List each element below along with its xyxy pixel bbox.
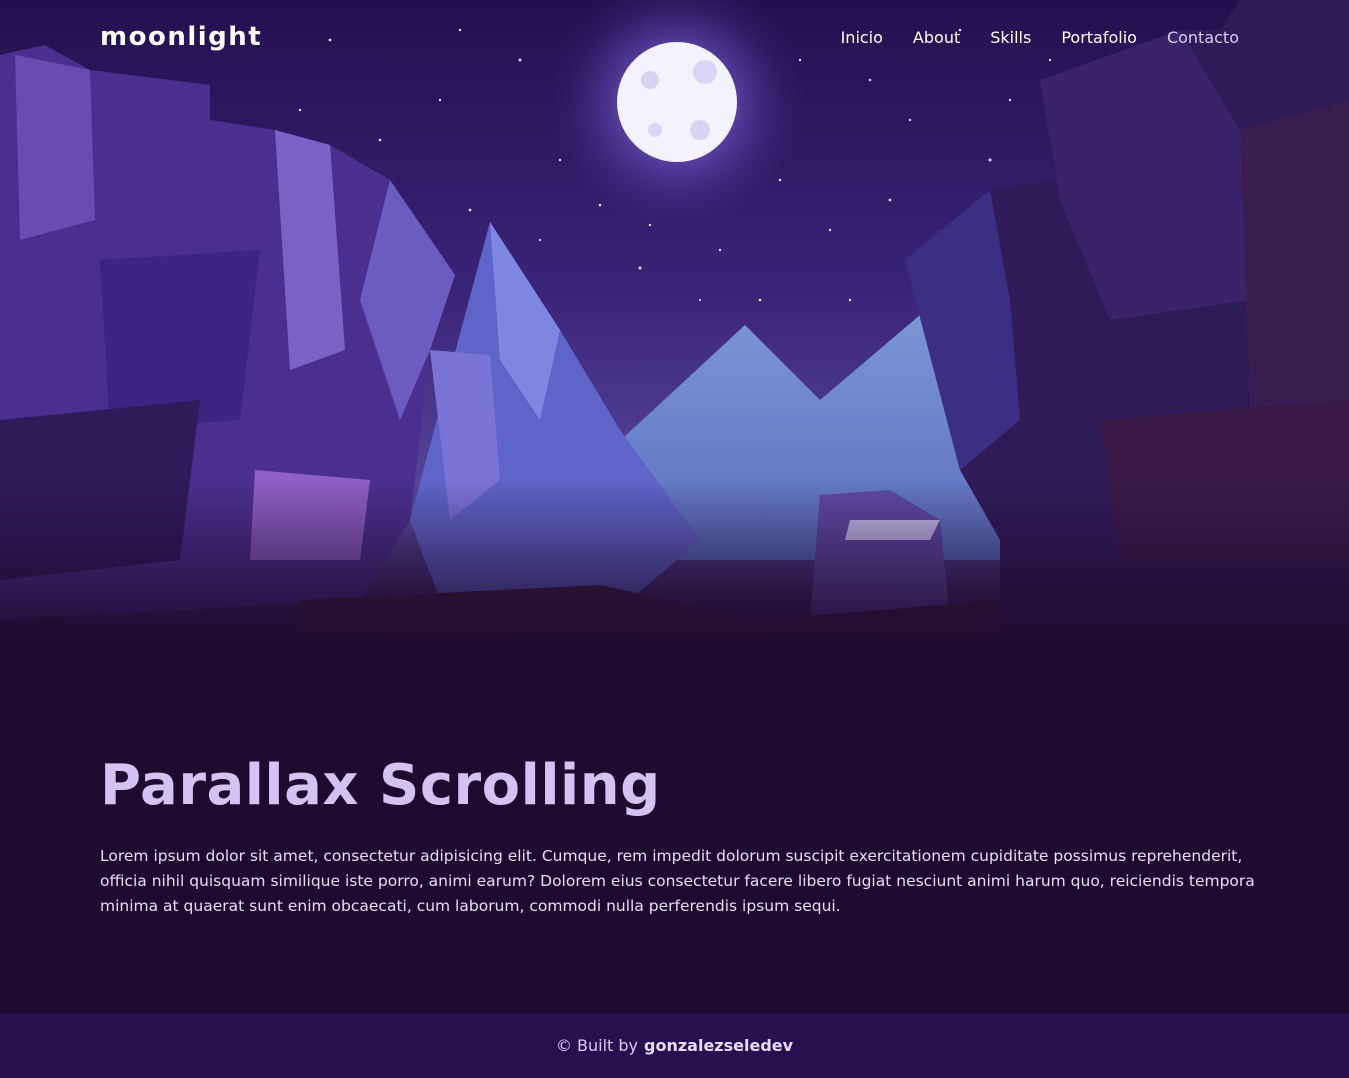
nav-link-contacto[interactable]: Contacto (1167, 28, 1239, 47)
intro-paragraph: Lorem ipsum dolor sit amet, consectetur … (100, 847, 1255, 915)
nav-link-about[interactable]: About (913, 28, 960, 47)
site-header: moonlight Inicio About Skills Portafolio… (0, 0, 1349, 80)
hero-illustration (0, 0, 1349, 650)
nav-link-skills[interactable]: Skills (990, 28, 1031, 47)
nav-link-inicio[interactable]: Inicio (841, 28, 883, 47)
footer-credit-prefix: © Built by (555, 1036, 639, 1055)
nav-link-portafolio[interactable]: Portafolio (1061, 28, 1137, 47)
main-nav: Inicio About Skills Portafolio Contacto (841, 28, 1239, 47)
site-logo[interactable]: moonlight (100, 22, 262, 52)
main-content: Parallax Scrolling Lorem ipsum dolor sit… (100, 752, 1260, 919)
moonlight-landscape (0, 0, 1349, 650)
footer-author-link[interactable]: gonzalezseledev (644, 1036, 793, 1055)
site-footer: © Built by gonzalezseledev (0, 1013, 1349, 1078)
page-title: Parallax Scrolling (100, 753, 661, 818)
